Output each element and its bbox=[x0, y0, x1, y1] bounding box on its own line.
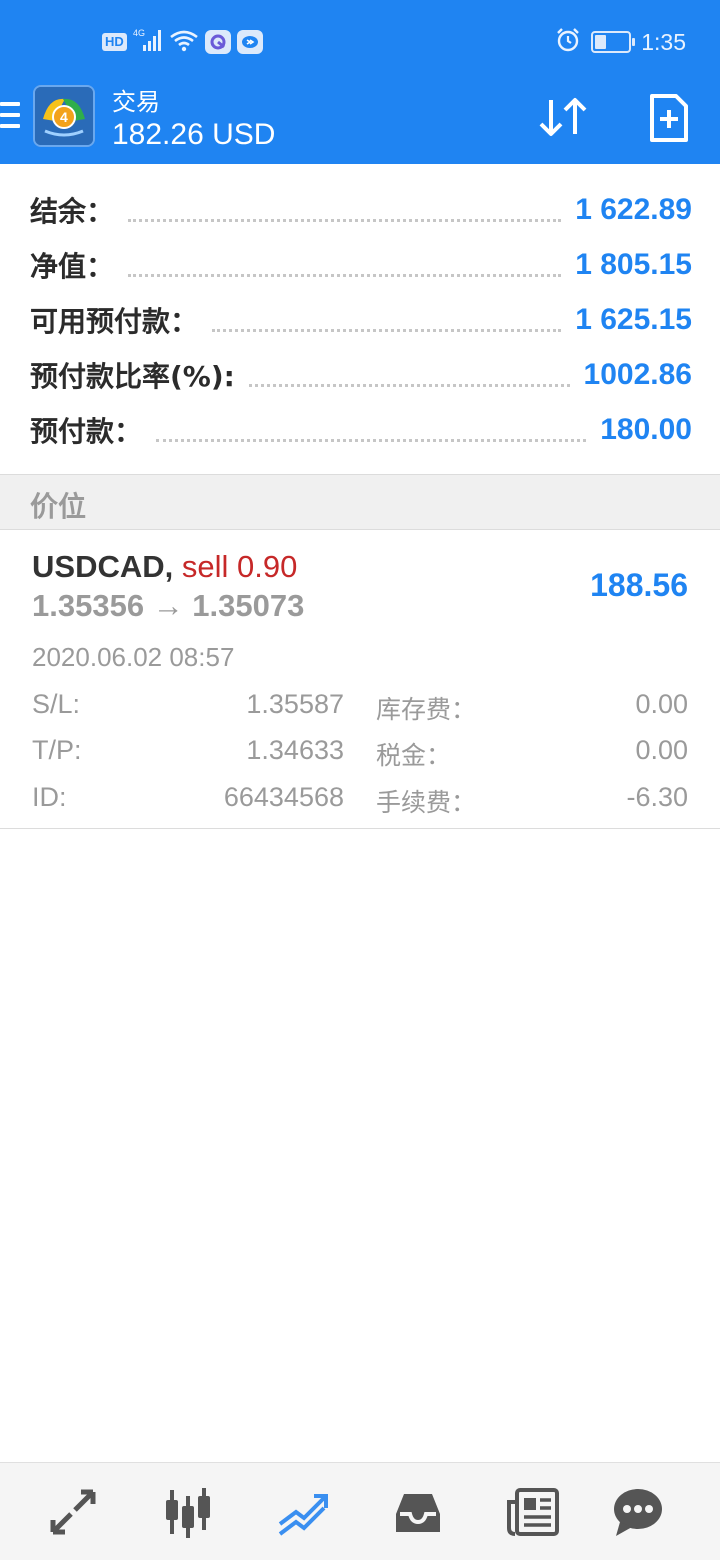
status-time: 1:35 bbox=[641, 28, 686, 55]
battery-icon bbox=[591, 31, 636, 53]
signal-icon: 4G bbox=[133, 27, 163, 58]
news-icon[interactable] bbox=[498, 1477, 568, 1547]
detail-label: T/P: bbox=[32, 735, 82, 765]
summary-value: 1 805.15 bbox=[575, 248, 692, 281]
detail-value: 1.34633 bbox=[246, 735, 344, 765]
detail-value: -6.30 bbox=[626, 782, 688, 812]
status-bar: HD 4G 1:35 bbox=[0, 0, 720, 80]
wifi-icon bbox=[169, 28, 199, 57]
page-title: 交易 bbox=[112, 89, 160, 116]
app-logo: 4 bbox=[33, 85, 95, 147]
detail-label: ID: bbox=[32, 782, 67, 812]
bottom-navigation bbox=[0, 1462, 720, 1560]
order-time: 2020.06.02 08:57 bbox=[32, 642, 235, 672]
summary-row-margin: 预付款： 180.00 bbox=[30, 402, 692, 458]
dotted-leader bbox=[248, 383, 570, 387]
detail-value: 66434568 bbox=[223, 782, 344, 812]
summary-row-free-margin: 可用预付款： 1 625.15 bbox=[30, 292, 692, 348]
dotted-leader bbox=[212, 328, 562, 332]
hd-icon: HD bbox=[102, 33, 127, 51]
chat-notification-icon bbox=[236, 30, 263, 54]
detail-label: 库存费： bbox=[376, 695, 477, 724]
summary-row-equity: 净值： 1 805.15 bbox=[30, 237, 692, 293]
order-header: USDCAD, sell 0.90 bbox=[32, 549, 297, 585]
summary-value: 1002.86 bbox=[583, 358, 692, 391]
summary-row-margin-level: 预付款比率(%): 1002.86 bbox=[30, 347, 692, 403]
sort-icon[interactable] bbox=[533, 90, 593, 146]
order-prices: 1.35356 → 1.35073 bbox=[32, 588, 305, 623]
summary-label: 净值： bbox=[30, 250, 115, 283]
dotted-leader bbox=[128, 273, 562, 277]
app-header: HD 4G 1:35 4 交易 182.26 USD bbox=[0, 0, 720, 164]
trade-icon[interactable] bbox=[267, 1477, 337, 1547]
summary-value: 1 622.89 bbox=[575, 193, 692, 226]
history-icon[interactable] bbox=[383, 1477, 453, 1547]
quotes-icon[interactable] bbox=[38, 1477, 108, 1547]
detail-label: S/L: bbox=[32, 689, 81, 719]
section-title: 价位 bbox=[30, 490, 87, 523]
summary-label: 预付款： bbox=[30, 415, 143, 448]
menu-icon[interactable] bbox=[0, 102, 20, 132]
dotted-leader bbox=[128, 218, 562, 222]
status-left: HD 4G bbox=[102, 28, 263, 56]
alarm-icon bbox=[555, 27, 581, 58]
status-right: 1:35 bbox=[555, 26, 686, 58]
battery-level-fill bbox=[595, 35, 607, 49]
detail-value: 0.00 bbox=[635, 689, 688, 719]
order-symbol: USDCAD, bbox=[32, 549, 174, 584]
detail-label: 手续费： bbox=[376, 788, 477, 817]
detail-label: 税金： bbox=[376, 741, 452, 770]
svg-text:4: 4 bbox=[60, 109, 68, 125]
detail-value: 0.00 bbox=[635, 735, 688, 765]
order-profit: 188.56 bbox=[590, 567, 688, 603]
signal-label: 4G bbox=[133, 28, 145, 38]
summary-label: 结余： bbox=[30, 195, 115, 228]
summary-value: 180.00 bbox=[600, 413, 692, 446]
chat-icon[interactable] bbox=[603, 1477, 673, 1547]
app-notification-icon bbox=[204, 30, 231, 54]
summary-label: 预付款比率(%): bbox=[30, 360, 235, 393]
order-row[interactable]: USDCAD, sell 0.90 1.35356 → 1.35073 188.… bbox=[0, 531, 720, 829]
new-order-icon[interactable] bbox=[640, 90, 696, 146]
order-type: sell 0.90 bbox=[181, 549, 298, 584]
summary-value: 1 625.15 bbox=[575, 303, 692, 336]
summary-row-balance: 结余： 1 622.89 bbox=[30, 182, 692, 238]
dotted-leader bbox=[156, 438, 587, 442]
header-balance: 182.26 USD bbox=[112, 118, 276, 151]
summary-label: 可用预付款： bbox=[30, 305, 199, 338]
detail-value: 1.35587 bbox=[246, 689, 344, 719]
chart-icon[interactable] bbox=[153, 1477, 223, 1547]
positions-section-header: 价位 bbox=[0, 474, 720, 530]
